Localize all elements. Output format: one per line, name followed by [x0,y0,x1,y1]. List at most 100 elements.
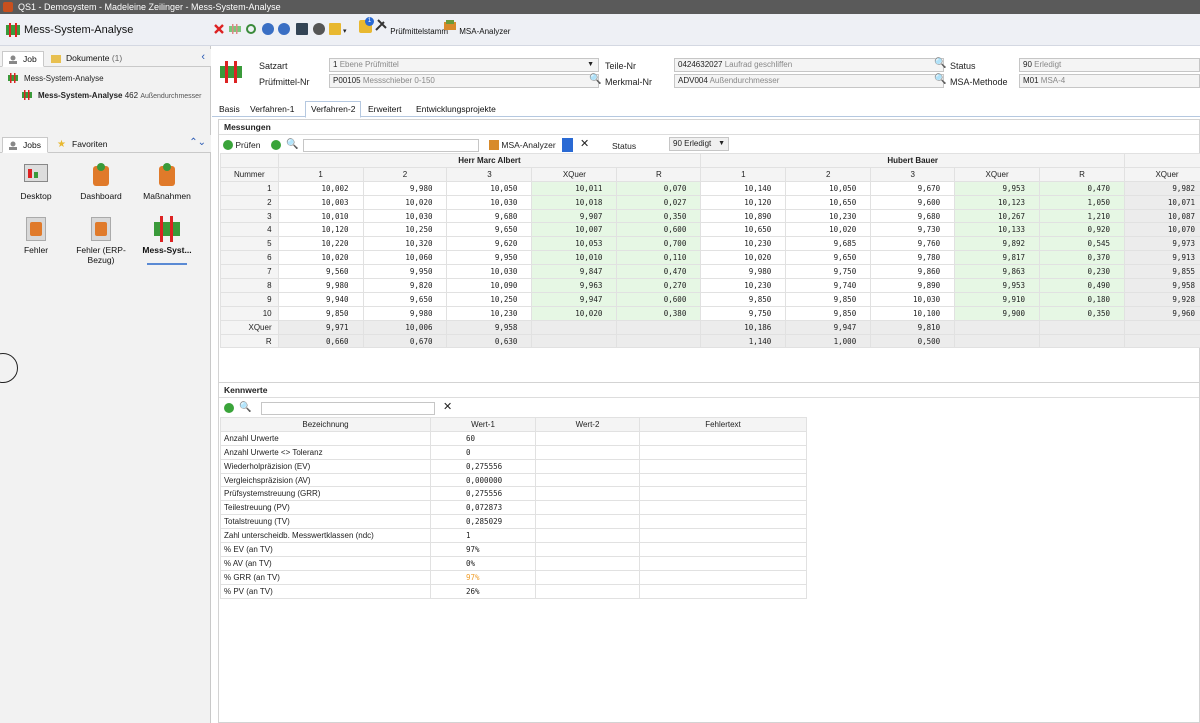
table-cell[interactable]: 9,850 [785,291,872,307]
table-row[interactable]: % GRR (an TV) 97% [220,569,807,585]
row-label-cell[interactable]: 7 [220,264,279,280]
tab-verfahren-1[interactable]: Verfahren-1 [245,102,299,117]
table-cell[interactable]: 10,071 [1124,194,1200,210]
table-cell[interactable]: 9,820 [362,278,448,293]
table-cell[interactable]: 10,123 [954,194,1041,210]
table-cell[interactable]: 10,230 [785,208,872,224]
export-icon[interactable] [562,138,573,152]
kennwert-label-cell[interactable]: Zahl unterscheidb. Messwertklassen (ndc) [220,528,431,544]
table-cell[interactable] [639,542,807,557]
table-cell[interactable] [639,486,807,502]
table-cell[interactable] [1124,333,1200,349]
table-row[interactable]: 3 10,010 10,030 9,680 9,907 0,350 10,890 10,230… [220,208,1200,224]
table-cell[interactable]: 1,140 [700,333,787,349]
tab-job[interactable]: Job [2,51,44,67]
status-field[interactable]: 90 Erledigt [1019,58,1200,72]
table-cell[interactable]: 9,817 [954,250,1041,266]
table-cell[interactable]: 10,020 [277,250,364,266]
table-cell[interactable]: 10,053 [531,236,618,252]
merkmal-search-icon[interactable]: 🔍 [934,74,946,85]
table-cell[interactable]: 10,133 [954,222,1041,238]
table-cell[interactable] [954,319,1041,335]
column-header[interactable]: R [1039,166,1126,182]
table-cell[interactable]: 9,560 [277,264,364,280]
tab-verfahren-2[interactable]: Verfahren-2 [305,101,362,118]
table-cell[interactable]: 10,230 [700,236,787,252]
column-header[interactable]: 1 [277,166,364,182]
table-cell[interactable] [535,444,640,460]
table-cell[interactable]: 9,980 [362,180,448,196]
table-row[interactable]: Anzahl Urwerte 60 [220,430,807,446]
table-cell[interactable]: 10,011 [531,180,618,196]
table-cell[interactable]: 9,730 [870,222,956,238]
table-cell[interactable]: 10,650 [700,222,787,238]
table-cell[interactable] [639,472,807,488]
table-cell[interactable]: 9,940 [277,291,364,307]
table-cell[interactable]: 10,020 [531,305,618,321]
column-header[interactable]: XQuer [531,166,618,182]
pruefen-button[interactable]: Prüfen [223,138,260,152]
table-cell[interactable]: 0,380 [616,305,702,321]
msa-analyzer-button[interactable]: MSA-Analyzer [489,138,556,152]
table-cell[interactable]: 9,907 [531,208,618,224]
kennwert-label-cell[interactable]: Totalstreuung (TV) [220,514,431,530]
table-cell[interactable]: 10,020 [362,194,448,210]
table-cell[interactable]: 10,250 [362,222,448,238]
row-label-cell[interactable]: 1 [220,180,279,196]
table-cell[interactable]: 9,963 [531,278,618,293]
tile-desktop[interactable]: Desktop [6,162,66,201]
table-cell[interactable] [535,430,640,446]
refresh-icon[interactable] [245,23,257,35]
summary-row[interactable]: XQuer 9,971 10,006 9,958 10,186 9,947 9,810 [220,319,1200,335]
table-cell[interactable] [616,333,702,349]
table-cell[interactable]: 1,000 [785,333,872,349]
kennwerte-filter-input[interactable] [261,402,435,415]
column-header[interactable]: 3 [446,166,533,182]
table-cell[interactable]: 0,470 [616,264,702,280]
kennwert-label-cell[interactable]: % EV (an TV) [220,542,431,557]
table-cell[interactable]: 9,760 [870,236,956,252]
table-row[interactable]: Zahl unterscheidb. Messwertklassen (ndc)… [220,528,807,544]
table-row[interactable]: 5 10,220 10,320 9,620 10,053 0,700 10,230 9,685… [220,236,1200,252]
column-header[interactable]: R [616,166,702,182]
msa-icon[interactable] [229,23,241,35]
table-row[interactable]: 1 10,002 9,980 10,050 10,011 0,070 10,140 10,05… [220,180,1200,196]
table-cell[interactable]: 0,070 [616,180,702,196]
pruefmittelstamm-button[interactable]: Prüfmittelstamm [374,18,448,36]
table-cell[interactable]: 10,650 [785,194,872,210]
table-cell[interactable]: 0 [430,444,536,460]
table-cell[interactable] [531,319,618,335]
table-cell[interactable] [1039,333,1126,349]
table-cell[interactable]: 9,680 [870,208,956,224]
table-cell[interactable]: 9,928 [1124,291,1200,307]
table-cell[interactable]: 10,070 [1124,222,1200,238]
merkmal-field[interactable]: ADV004 Außendurchmesser [674,74,944,88]
table-cell[interactable]: 10,030 [870,291,956,307]
table-cell[interactable]: 10,220 [277,236,364,252]
table-cell[interactable]: 0,660 [277,333,364,349]
table-cell[interactable]: 0,072873 [430,500,536,516]
table-cell[interactable]: 9,982 [1124,180,1200,196]
column-header[interactable]: Nummer [220,166,279,182]
table-cell[interactable]: 9,950 [446,250,533,266]
table-cell[interactable]: 1 [430,528,536,544]
tab-entwicklungsprojekte[interactable]: Entwicklungsprojekte [411,102,501,117]
table-cell[interactable]: 1,210 [1039,208,1126,224]
kennwert-label-cell[interactable]: Anzahl Urwerte <> Toleranz [220,444,431,460]
table-cell[interactable]: 9,980 [362,305,448,321]
table-cell[interactable]: 9,958 [1124,278,1200,293]
table-cell[interactable] [531,333,618,349]
table-cell[interactable]: 9,973 [1124,236,1200,252]
table-row[interactable]: Anzahl Urwerte <> Toleranz 0 [220,444,807,460]
table-cell[interactable]: 9,750 [700,305,787,321]
table-cell[interactable]: 10,320 [362,236,448,252]
table-row[interactable]: Vergleichspräzision (AV) 0,000000 [220,472,807,488]
column-header[interactable]: Fehlertext [639,417,807,432]
refresh-icon[interactable] [271,138,281,152]
messungen-status-select[interactable]: 90 Erledigt ▼ [669,137,729,151]
satzart-select[interactable]: 1 Ebene Prüfmittel ▼ [329,58,599,72]
methode-field[interactable]: M01 MSA-4 [1019,74,1200,88]
table-cell[interactable]: 9,980 [277,278,364,293]
table-cell[interactable] [535,528,640,544]
table-cell[interactable]: 0,180 [1039,291,1126,307]
